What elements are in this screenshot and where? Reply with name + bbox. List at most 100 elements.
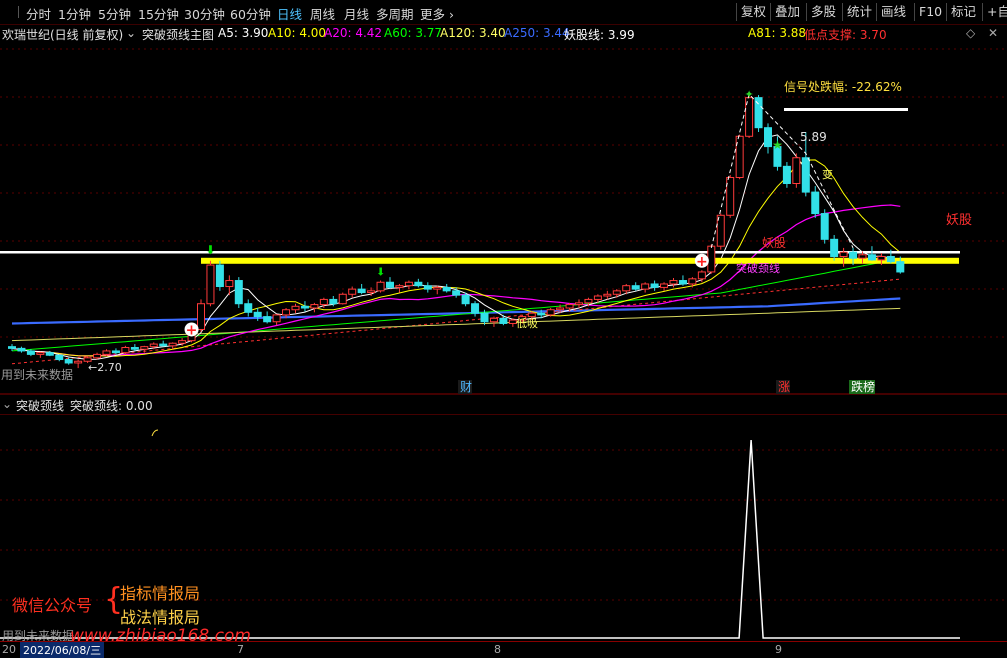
toolbar-button-3[interactable]: 统计: [842, 3, 876, 21]
candle-body: [575, 302, 583, 306]
candle-body: [319, 298, 328, 306]
period-tab-2[interactable]: 5分钟: [98, 4, 131, 23]
candle-body: [45, 352, 54, 356]
sub-collapse-icon[interactable]: ⌄: [2, 397, 12, 411]
candle-body: [867, 254, 876, 261]
candle-body: [55, 354, 64, 361]
candle-body: [102, 350, 111, 355]
month-7: 7: [237, 643, 244, 656]
support-value: 低点支撑: 3.70: [804, 28, 887, 42]
candle-body: [64, 359, 73, 364]
candle-body: [206, 264, 215, 305]
candle-body: [423, 285, 432, 290]
candle-body: [168, 342, 177, 347]
period-tab-1[interactable]: 1分钟: [58, 4, 91, 23]
price-chart[interactable]: ++⬇⬇✦★信号处跌幅: -22.62%5.89←2.70妖股妖股突破颈线变低吸…: [0, 43, 1007, 395]
candle-body: [310, 304, 319, 309]
candle-body: [121, 347, 130, 354]
toolbar-button-7[interactable]: +自选: [982, 3, 1007, 21]
period-tab-6[interactable]: 日线: [277, 4, 302, 23]
ma-label-3: A60: 3.77: [384, 26, 443, 40]
period-tab-8[interactable]: 月线: [344, 4, 369, 23]
drop-underline: [784, 108, 908, 111]
ma-label-0: A5: 3.90: [218, 26, 269, 40]
candle-body: [300, 305, 309, 309]
candle-body: [886, 255, 895, 263]
candle-body: [678, 280, 687, 285]
diamond-icon[interactable]: ◇: [966, 26, 975, 40]
period-tab-4[interactable]: 30分钟: [184, 4, 225, 23]
period-tab-0[interactable]: 分时: [26, 4, 51, 23]
candle-body: [565, 304, 574, 309]
neck-line: [201, 257, 959, 264]
candle-body: [546, 309, 555, 316]
cursor-date: 2022/06/08/三: [20, 642, 105, 658]
candle-body: [849, 251, 858, 259]
candle-body: [641, 283, 650, 290]
ma-label-6: 妖股线: 3.99: [564, 28, 635, 42]
candle-body: [263, 316, 272, 323]
period-tab-9[interactable]: 多周期: [376, 4, 414, 23]
candle-body: [631, 285, 640, 290]
candle-body: [329, 298, 338, 305]
high-price-label: 5.89: [800, 130, 827, 144]
buy-signal-plus-2: +: [696, 254, 708, 270]
close-icon[interactable]: ✕: [988, 26, 998, 40]
candle-body: [707, 245, 716, 273]
candle-body: [386, 281, 394, 288]
candle-body: [896, 261, 905, 273]
period-tab-3[interactable]: 15分钟: [138, 4, 179, 23]
event-marker: 跌榜: [851, 379, 875, 394]
indicator-name[interactable]: 突破颈线主图: [142, 26, 214, 43]
toolbar-button-1[interactable]: 叠加: [770, 3, 804, 21]
candle-body: [697, 271, 706, 280]
low-price-label: ←2.70: [88, 361, 122, 374]
date-axis: 20 2022/06/08/三 7 8 9: [0, 641, 1007, 658]
candle-body: [17, 347, 26, 352]
sub-indicator-name[interactable]: 突破颈线: [16, 397, 64, 414]
ma20-line: [11, 204, 901, 357]
period-tab-10[interactable]: 更多 ›: [420, 4, 454, 23]
candle-body: [489, 317, 498, 323]
candle-body: [348, 288, 357, 295]
candle-body: [584, 298, 593, 304]
collapse-icon[interactable]: ⌄: [126, 26, 136, 40]
candle-body: [839, 251, 848, 257]
event-marker: 财: [460, 380, 472, 394]
buy-signal-plus: +: [186, 322, 198, 338]
candle-body: [811, 191, 820, 215]
candle-body: [93, 353, 102, 359]
candle-body: [357, 288, 366, 294]
candle-body: [461, 294, 470, 305]
toolbar-button-2[interactable]: 多股: [806, 3, 840, 21]
ma-label-5: A250: 3.44: [504, 26, 570, 40]
candle-body: [140, 346, 149, 350]
down-arrow-icon: ⬇: [205, 243, 215, 257]
toolbar-button-6[interactable]: 标记: [946, 3, 980, 21]
toolbar-separator: [18, 6, 19, 18]
candle-body: [603, 293, 612, 297]
candle-body: [593, 295, 602, 300]
bian-label: 变: [822, 167, 833, 181]
month-9: 9: [775, 643, 782, 656]
toolbar-button-4[interactable]: 画线: [876, 3, 910, 21]
candle-body: [253, 311, 262, 318]
month-8: 8: [494, 643, 501, 656]
candle-body: [376, 281, 385, 292]
candle-body: [367, 290, 376, 294]
sub-info-bar: ⌄ 突破颈线 突破颈线: 0.00: [0, 396, 1007, 414]
period-toolbar: 分时 1分钟 5分钟 15分钟 30分钟 60分钟 日线 周线 月线 多周期 更多 › 复权 叠加 多股统…: [0, 0, 1007, 25]
year-prefix: 20: [2, 643, 16, 656]
candle-body: [764, 127, 772, 148]
toolbar-button-0[interactable]: 复权: [736, 3, 770, 21]
toolbar-button-5[interactable]: F10: [914, 3, 946, 21]
candle-body: [622, 285, 631, 292]
period-tab-5[interactable]: 60分钟: [230, 4, 271, 23]
candle-body: [782, 165, 791, 185]
drop-label: 信号处跌幅: -22.62%: [784, 79, 902, 94]
ma-label-2: A20: 4.42: [324, 26, 383, 40]
period-tab-7[interactable]: 周线: [310, 4, 335, 23]
yaogu-label-mid: 妖股: [762, 236, 786, 250]
candle-body: [338, 293, 347, 305]
candle-body: [414, 281, 423, 287]
